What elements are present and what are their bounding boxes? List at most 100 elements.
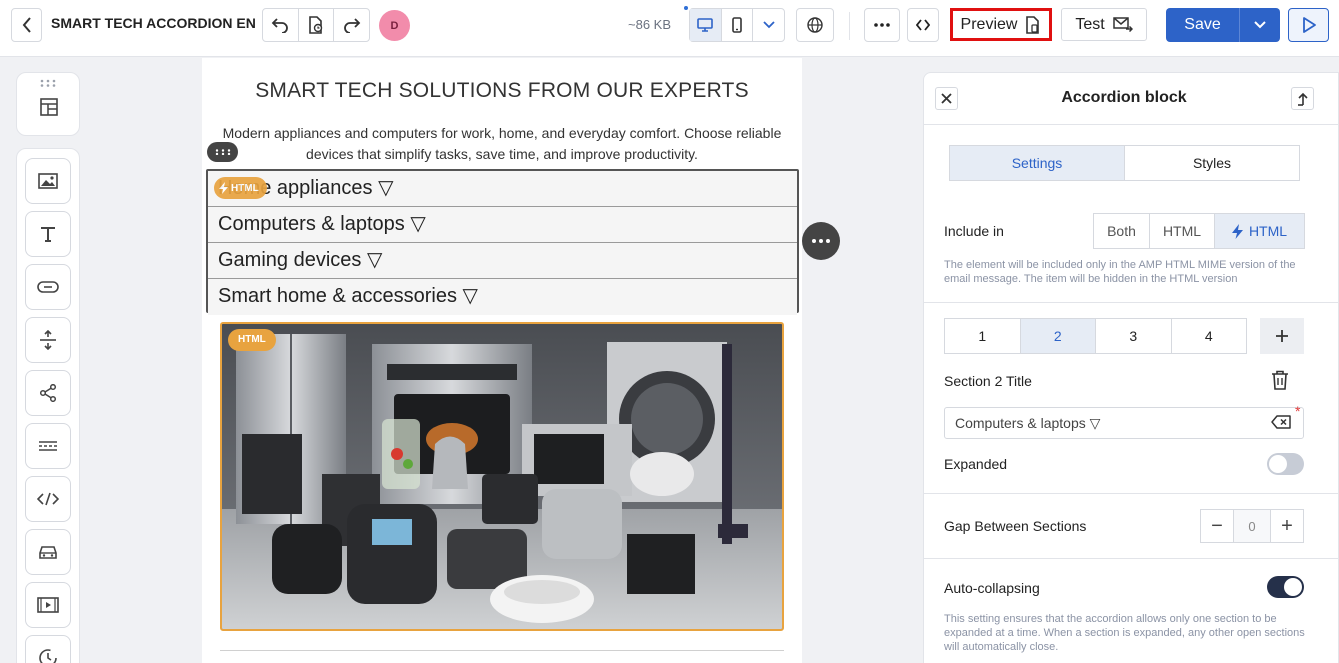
button-block-tool[interactable] (25, 264, 71, 310)
section-tab-1[interactable]: 1 (945, 319, 1021, 353)
back-icon (22, 17, 31, 33)
save-options-button[interactable] (1240, 8, 1280, 42)
decrease-button[interactable]: − (1201, 510, 1233, 542)
section-title-input[interactable]: Computers & laptops ▽ (944, 407, 1304, 439)
html-block-tool[interactable] (25, 476, 71, 522)
preview-device-icon (1026, 15, 1040, 34)
section-tabs: 1 2 3 4 (944, 318, 1247, 354)
add-section-button[interactable] (1260, 318, 1304, 354)
more-icon (812, 239, 830, 243)
save-button[interactable]: Save (1166, 8, 1240, 42)
car-icon (39, 546, 57, 559)
layout-icon (40, 98, 58, 116)
gap-stepper: − 0 + (1200, 509, 1304, 543)
spacer-block-tool[interactable] (25, 317, 71, 363)
desktop-view-button[interactable] (690, 9, 722, 41)
menu-block-tool[interactable] (25, 529, 71, 575)
code-editor-button[interactable] (907, 8, 939, 42)
section-divider (924, 558, 1339, 559)
panel-title: Accordion block (1061, 89, 1187, 106)
structure-panel-toggle[interactable] (16, 72, 80, 136)
backspace-icon (1271, 415, 1291, 429)
language-button[interactable] (796, 8, 834, 42)
accordion-section[interactable]: Gaming devices ▽ (208, 243, 797, 279)
include-amp-label: HTML (1248, 223, 1288, 239)
test-label: Test (1075, 15, 1105, 33)
divider (220, 650, 784, 651)
top-toolbar: SMART TECH ACCORDION EN D ~86 KB Preview… (0, 0, 1339, 57)
expanded-label: Expanded (944, 456, 1008, 472)
section-divider (924, 302, 1339, 303)
select-parent-button[interactable] (1291, 87, 1314, 110)
spacer-icon (40, 330, 56, 350)
history-controls (262, 8, 370, 42)
amp-badge-label: HTML (231, 182, 259, 194)
section-tab-2[interactable]: 2 (1020, 319, 1096, 353)
send-button[interactable] (1288, 8, 1329, 42)
chevron-down-icon (763, 21, 775, 29)
email-heading[interactable]: SMART TECH SOLUTIONS FROM OUR EXPERTS (202, 79, 802, 103)
redo-button[interactable] (334, 9, 369, 41)
device-dropdown-button[interactable] (753, 9, 784, 41)
block-options-button[interactable] (802, 222, 840, 260)
accordion-section[interactable]: Home appliances ▽ (208, 171, 797, 207)
include-html-option[interactable]: HTML (1150, 214, 1215, 248)
increase-button[interactable]: + (1271, 510, 1303, 542)
html-badge: HTML (228, 329, 276, 351)
autocollapse-hint: This setting ensures that the accordion … (944, 613, 1305, 653)
drag-handle-icon (215, 149, 230, 155)
block-drag-handle[interactable] (207, 142, 238, 162)
toolbar-divider (849, 12, 850, 40)
image-icon (38, 173, 58, 189)
autocollapse-toggle[interactable] (1267, 576, 1304, 598)
mobile-view-button[interactable] (722, 9, 754, 41)
section-title-label: Section 2 Title (944, 373, 1032, 389)
avatar[interactable]: D (379, 10, 410, 41)
include-both-option[interactable]: Both (1094, 214, 1150, 248)
clear-input-button[interactable] (1271, 415, 1291, 434)
preview-button[interactable]: Preview (950, 8, 1052, 41)
tab-styles[interactable]: Styles (1125, 146, 1299, 180)
test-button[interactable]: Test (1061, 8, 1147, 41)
accordion-section[interactable]: Computers & laptops ▽ (208, 207, 797, 243)
text-block-tool[interactable] (25, 211, 71, 257)
gap-label: Gap Between Sections (944, 518, 1087, 534)
accordion-block[interactable]: HTML Home appliances ▽ Computers & lapto… (206, 169, 799, 315)
button-icon (37, 281, 59, 293)
mail-send-icon (1112, 17, 1133, 32)
timer-block-tool[interactable] (25, 635, 71, 663)
video-block-tool[interactable] (25, 582, 71, 628)
back-button[interactable] (11, 8, 42, 42)
trash-icon (1272, 370, 1288, 390)
amp-badge: HTML (214, 177, 267, 199)
expanded-toggle[interactable] (1267, 453, 1304, 475)
section-tab-4[interactable]: 4 (1172, 319, 1247, 353)
drag-handle-icon (40, 79, 56, 87)
version-history-button[interactable] (299, 9, 335, 41)
product-image[interactable]: HTML (220, 322, 784, 631)
device-switcher (689, 8, 785, 42)
email-description[interactable]: Modern appliances and computers for work… (217, 123, 787, 165)
accordion-section[interactable]: Smart home & accessories ▽ (208, 279, 797, 315)
panel-tabs: Settings Styles (949, 145, 1300, 181)
image-block-tool[interactable] (25, 158, 71, 204)
divider-block-tool[interactable] (25, 423, 71, 469)
more-options-button[interactable] (864, 8, 900, 42)
include-amp-option[interactable]: HTML (1215, 214, 1304, 248)
chevron-down-icon (1254, 21, 1266, 29)
globe-icon (807, 17, 823, 33)
tab-settings[interactable]: Settings (950, 146, 1125, 180)
document-title[interactable]: SMART TECH ACCORDION EN (51, 15, 256, 31)
desktop-icon (697, 18, 714, 32)
video-icon (37, 597, 59, 613)
undo-button[interactable] (263, 9, 299, 41)
code-icon (916, 19, 930, 31)
status-dot (684, 6, 688, 10)
gap-value[interactable]: 0 (1233, 510, 1271, 542)
social-block-tool[interactable] (25, 370, 71, 416)
section-tab-3[interactable]: 3 (1096, 319, 1172, 353)
required-marker: * (1295, 403, 1301, 419)
redo-icon (343, 18, 360, 33)
lightning-icon (1231, 223, 1243, 239)
delete-section-button[interactable] (1271, 370, 1289, 395)
